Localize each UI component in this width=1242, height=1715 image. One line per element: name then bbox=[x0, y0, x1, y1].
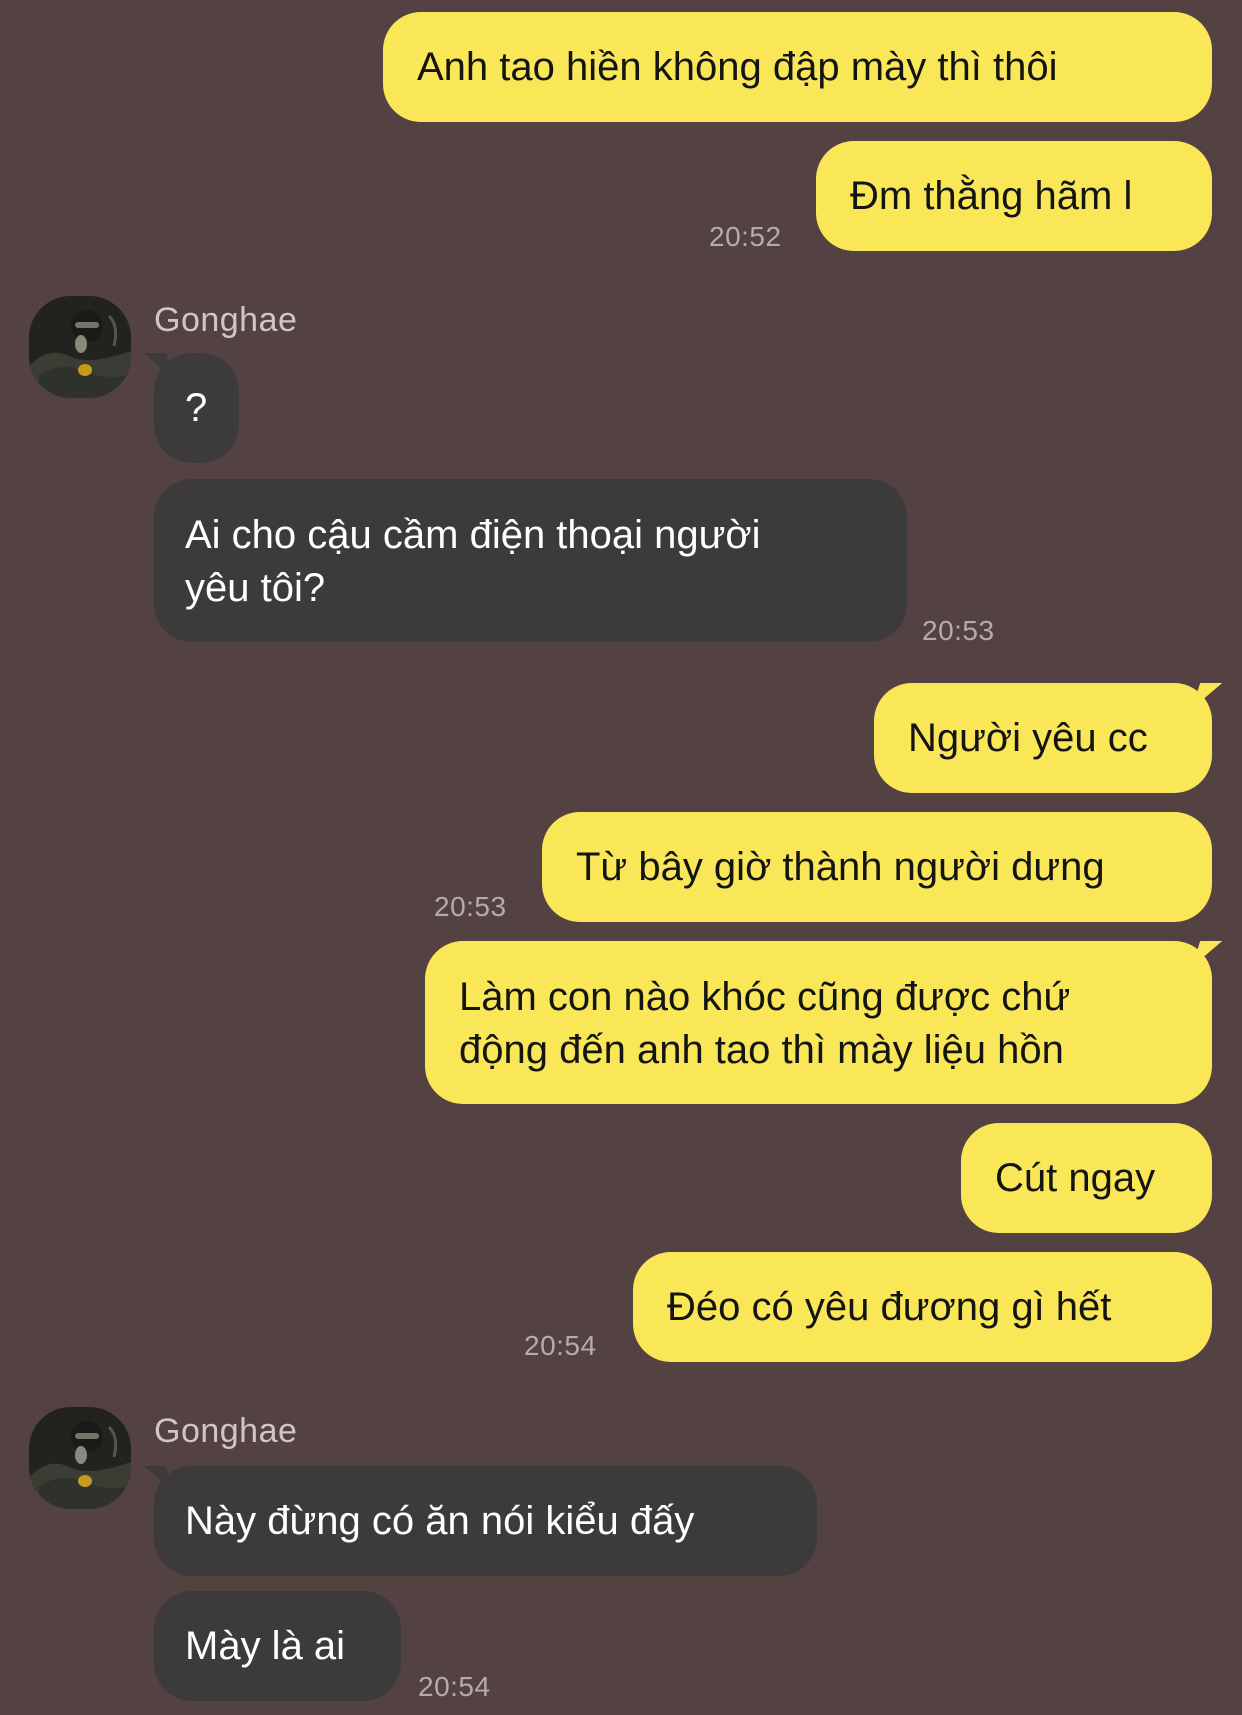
incoming-message[interactable]: Này đừng có ăn nói kiểu đấy bbox=[154, 1466, 817, 1576]
profile-photo-icon bbox=[29, 296, 131, 398]
incoming-message[interactable]: Ai cho cậu cầm điện thoại người yêu tôi? bbox=[154, 479, 907, 642]
outgoing-message[interactable]: Đm thằng hãm l bbox=[816, 141, 1212, 251]
avatar[interactable] bbox=[29, 1407, 131, 1509]
message-text: Mày là ai bbox=[185, 1624, 346, 1668]
message-text: Người yêu cc bbox=[908, 716, 1148, 760]
outgoing-message[interactable]: Anh tao hiền không đập mày thì thôi bbox=[383, 12, 1212, 122]
timestamp: 20:54 bbox=[524, 1330, 597, 1361]
message-text: Từ bây giờ thành người dưng bbox=[576, 845, 1105, 889]
profile-photo-icon bbox=[29, 1407, 131, 1509]
avatar[interactable] bbox=[29, 296, 131, 398]
outgoing-message[interactable]: Đéo có yêu đương gì hết bbox=[633, 1252, 1212, 1362]
message-text-line: yêu tôi? bbox=[185, 566, 326, 610]
incoming-message[interactable]: ? bbox=[154, 353, 239, 463]
message-text: Cút ngay bbox=[995, 1156, 1156, 1200]
timestamp: 20:54 bbox=[418, 1671, 491, 1702]
outgoing-message[interactable]: Người yêu cc bbox=[874, 683, 1212, 793]
message-text-line: động đến anh tao thì mày liệu hồn bbox=[459, 1028, 1064, 1072]
outgoing-message[interactable]: Cút ngay bbox=[961, 1123, 1212, 1233]
sender-name: Gonghae bbox=[154, 1412, 298, 1450]
message-text: Đéo có yêu đương gì hết bbox=[667, 1285, 1112, 1329]
message-text-line: Làm con nào khóc cũng được chứ bbox=[459, 975, 1071, 1019]
message-text: ? bbox=[185, 386, 208, 430]
timestamp: 20:53 bbox=[434, 891, 507, 922]
incoming-message[interactable]: Mày là ai bbox=[154, 1591, 401, 1701]
sender-name: Gonghae bbox=[154, 301, 298, 339]
message-text-line: Ai cho cậu cầm điện thoại người bbox=[185, 513, 761, 557]
timestamp: 20:52 bbox=[709, 221, 782, 252]
timestamp: 20:53 bbox=[922, 615, 995, 646]
outgoing-message[interactable]: Làm con nào khóc cũng được chứ động đến … bbox=[425, 941, 1212, 1104]
message-text: Đm thằng hãm l bbox=[850, 174, 1133, 218]
message-text: Này đừng có ăn nói kiểu đấy bbox=[185, 1499, 695, 1543]
outgoing-message[interactable]: Từ bây giờ thành người dưng bbox=[542, 812, 1212, 922]
message-text: Anh tao hiền không đập mày thì thôi bbox=[417, 45, 1058, 89]
